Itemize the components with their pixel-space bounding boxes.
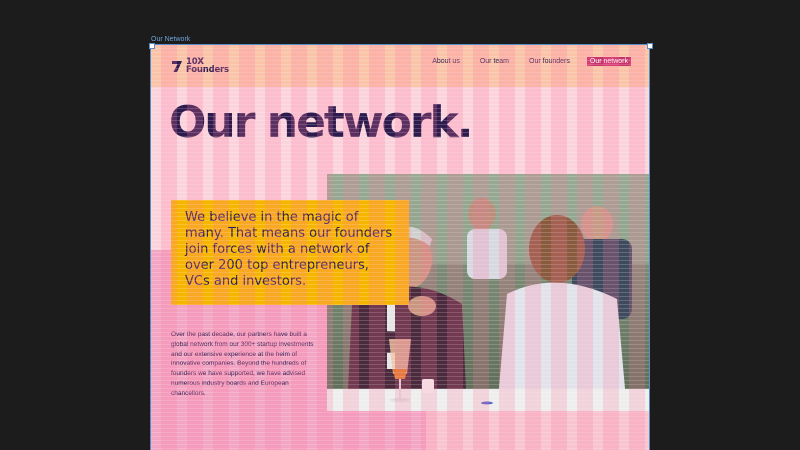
logo-text: 10X Founders [186, 58, 229, 75]
logo-line-2: Founders [186, 65, 229, 75]
selection-handle-top-left[interactable] [149, 43, 155, 49]
selection-handle-top-right[interactable] [647, 43, 653, 49]
network-quote: We believe in the magic of many. That me… [185, 210, 393, 289]
quote-box: We believe in the magic of many. That me… [171, 200, 409, 305]
frame-label[interactable]: Our Network [151, 36, 190, 43]
logo[interactable]: 10X Founders [171, 58, 229, 74]
nav-our-founders[interactable]: Our founders [526, 57, 573, 66]
logo-icon [172, 60, 182, 72]
network-description: Over the past decade, our partners have … [171, 331, 314, 397]
artboard-our-network[interactable]: 10X Founders About us Our team Our found… [150, 44, 650, 450]
page-title: Our network. [169, 97, 473, 148]
main-nav: About us Our team Our founders Our netwo… [429, 57, 631, 66]
pink-block-bottom [426, 407, 649, 450]
nav-our-network[interactable]: Our network [586, 57, 631, 66]
nav-about-us[interactable]: About us [429, 57, 463, 66]
nav-our-team[interactable]: Our team [477, 57, 512, 66]
